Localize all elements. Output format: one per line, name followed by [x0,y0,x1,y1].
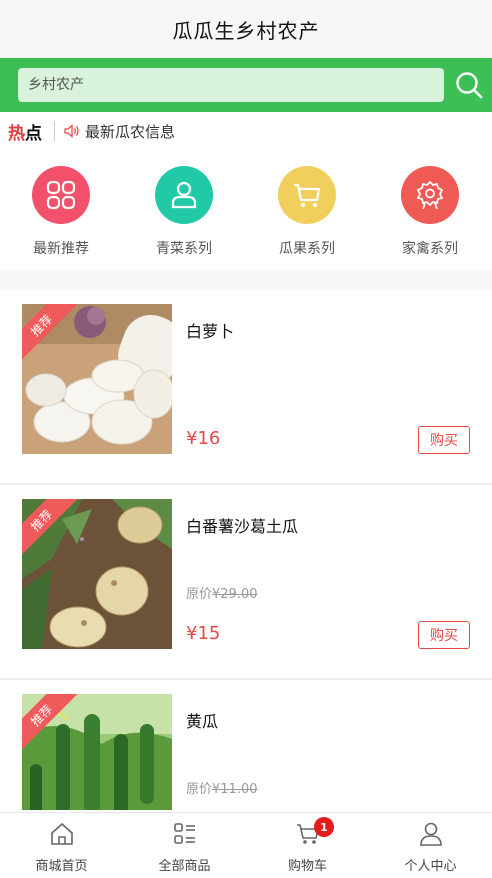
category-greens[interactable]: 青菜系列 [134,160,234,258]
buy-button[interactable]: 购买 [418,426,470,454]
search-bar [0,58,492,112]
speaker-icon [63,122,81,140]
tab-home[interactable]: 商城首页 [0,813,123,878]
person-icon [155,166,213,224]
buy-button[interactable]: 购买 [418,621,470,649]
tab-all-products[interactable]: 全部商品 [123,813,246,878]
tab-profile[interactable]: 个人中心 [369,813,492,878]
product-price: ¥16 [186,428,221,449]
hot-news-bar[interactable]: 热点 最新瓜农信息 [0,112,492,150]
category-latest[interactable]: 最新推荐 [11,160,111,258]
app-header: 瓜瓜生乡村农产 [0,0,492,58]
medal-icon [401,166,459,224]
product-name[interactable]: 白番薯沙葛土瓜 [186,513,298,537]
product-name[interactable]: 白萝卜 [186,318,234,342]
search-input[interactable] [18,68,444,102]
news-text[interactable]: 最新瓜农信息 [85,121,175,142]
list-item[interactable]: 推荐 白萝卜 ¥16 购买 [0,290,492,485]
cart-icon [278,166,336,224]
product-image-potato[interactable]: 推荐 [22,499,172,649]
original-price: 原价¥11.00 [186,782,258,797]
list-item[interactable]: 推荐 白番薯沙葛土瓜 原价¥29.00 ¥15 购买 [0,485,492,680]
page-title: 瓜瓜生乡村农产 [172,18,320,43]
category-label: 青菜系列 [156,241,212,257]
home-icon [50,823,73,845]
hot-badge: 热点 [8,123,42,144]
tab-label: 商城首页 [35,859,88,874]
tab-label: 个人中心 [404,859,457,874]
divider [54,121,55,141]
category-label: 家禽系列 [402,241,458,257]
list-item[interactable]: 推荐 黄瓜 原价¥11.00 [0,680,492,810]
search-icon[interactable] [454,70,484,100]
tab-label: 全部商品 [158,859,211,874]
original-price: 原价¥29.00 [186,587,258,602]
product-price: ¥15 [186,623,221,644]
list-icon [173,823,195,844]
category-poultry[interactable]: 家禽系列 [380,160,480,258]
product-image-radish[interactable]: 推荐 [22,304,172,454]
tab-label: 购物车 [287,859,327,874]
category-label: 瓜果系列 [279,241,335,257]
category-nav: 最新推荐 青菜系列 瓜果系列 家禽系列 [0,160,492,270]
grid-icon [32,166,90,224]
product-name[interactable]: 黄瓜 [186,708,218,732]
section-gap [0,270,492,290]
user-icon [419,822,442,846]
tab-cart[interactable]: 购物车 1 [246,813,369,878]
cart-count-badge: 1 [314,817,334,837]
category-label: 最新推荐 [33,241,89,257]
product-image-cucumber[interactable]: 推荐 [22,694,172,810]
product-list: 推荐 白萝卜 ¥16 购买 推荐 白番薯沙葛土瓜 原价¥29.00 ¥15 购买… [0,290,492,810]
bottom-tab-bar: 商城首页 全部商品 购物车 1 个人中心 [0,812,492,878]
category-fruits[interactable]: 瓜果系列 [257,160,357,258]
